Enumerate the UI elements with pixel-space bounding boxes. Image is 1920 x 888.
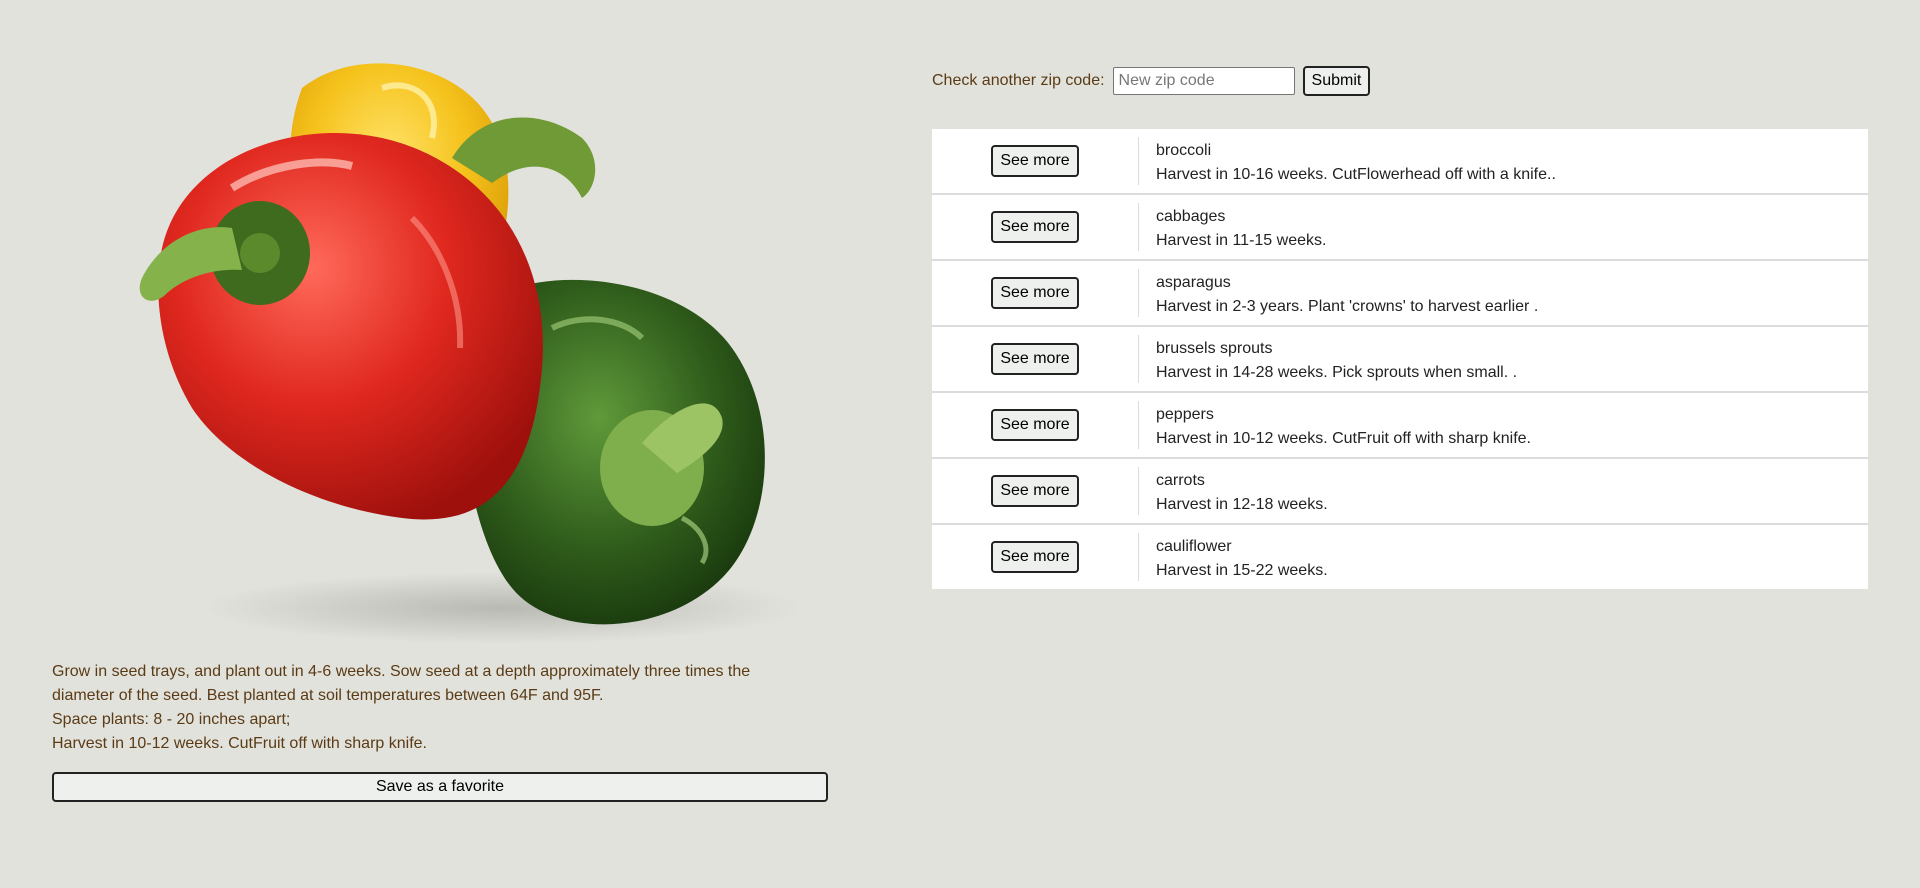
list-item: See more asparagus Harvest in 2-3 years.… bbox=[932, 261, 1868, 327]
zip-code-form: Check another zip code: Submit bbox=[932, 66, 1371, 96]
list-item: See more brussels sprouts Harvest in 14-… bbox=[932, 327, 1868, 393]
button-cell: See more bbox=[932, 137, 1139, 185]
zip-code-input[interactable] bbox=[1112, 67, 1295, 95]
harvest-info: Harvest in 15-22 weeks. bbox=[1156, 562, 1328, 579]
instruction-line: diameter of the seed. Best planted at so… bbox=[52, 687, 604, 704]
zip-code-label: Check another zip code: bbox=[932, 72, 1105, 89]
spacing-line: Space plants: 8 - 20 inches apart; bbox=[52, 711, 291, 728]
see-more-button[interactable]: See more bbox=[991, 409, 1079, 441]
button-cell: See more bbox=[932, 533, 1139, 581]
harvest-line: Harvest in 10-12 weeks. CutFruit off wit… bbox=[52, 735, 427, 752]
vegetable-name: brussels sprouts bbox=[1156, 340, 1273, 357]
vegetable-info: asparagus Harvest in 2-3 years. Plant 'c… bbox=[1139, 261, 1538, 325]
list-item: See more broccoli Harvest in 10-16 weeks… bbox=[932, 129, 1868, 195]
button-cell: See more bbox=[932, 467, 1139, 515]
growing-instructions: Grow in seed trays, and plant out in 4-6… bbox=[52, 660, 828, 756]
button-cell: See more bbox=[932, 401, 1139, 449]
vegetable-name: cabbages bbox=[1156, 208, 1226, 225]
harvest-info: Harvest in 14-28 weeks. Pick sprouts whe… bbox=[1156, 364, 1518, 381]
list-item: See more carrots Harvest in 12-18 weeks. bbox=[932, 459, 1868, 525]
vegetable-info: brussels sprouts Harvest in 14-28 weeks.… bbox=[1139, 327, 1517, 391]
save-favorite-button[interactable]: Save as a favorite bbox=[52, 772, 828, 802]
button-cell: See more bbox=[932, 203, 1139, 251]
see-more-button[interactable]: See more bbox=[991, 277, 1079, 309]
harvest-info: Harvest in 10-12 weeks. CutFruit off wit… bbox=[1156, 430, 1531, 447]
plant-detail-panel: Grow in seed trays, and plant out in 4-6… bbox=[52, 0, 828, 888]
see-more-button[interactable]: See more bbox=[991, 343, 1079, 375]
harvest-info: Harvest in 12-18 weeks. bbox=[1156, 496, 1328, 513]
vegetable-info: cabbages Harvest in 11-15 weeks. bbox=[1139, 195, 1326, 259]
vegetable-name: carrots bbox=[1156, 472, 1205, 489]
instruction-line: Grow in seed trays, and plant out in 4-6… bbox=[52, 663, 751, 680]
harvest-info: Harvest in 2-3 years. Plant 'crowns' to … bbox=[1156, 298, 1539, 315]
submit-button[interactable]: Submit bbox=[1302, 66, 1371, 96]
vegetable-info: cauliflower Harvest in 15-22 weeks. bbox=[1139, 525, 1328, 589]
list-item: See more cabbages Harvest in 11-15 weeks… bbox=[932, 195, 1868, 261]
vegetable-info: broccoli Harvest in 10-16 weeks. CutFlow… bbox=[1139, 129, 1556, 193]
see-more-button[interactable]: See more bbox=[991, 541, 1079, 573]
list-item: See more peppers Harvest in 10-12 weeks.… bbox=[932, 393, 1868, 459]
see-more-button[interactable]: See more bbox=[991, 211, 1079, 243]
see-more-button[interactable]: See more bbox=[991, 145, 1079, 177]
vegetable-info: peppers Harvest in 10-12 weeks. CutFruit… bbox=[1139, 393, 1531, 457]
harvest-info: Harvest in 11-15 weeks. bbox=[1156, 232, 1327, 249]
see-more-button[interactable]: See more bbox=[991, 475, 1079, 507]
list-item: See more cauliflower Harvest in 15-22 we… bbox=[932, 525, 1868, 589]
vegetable-name: cauliflower bbox=[1156, 538, 1232, 555]
button-cell: See more bbox=[932, 335, 1139, 383]
vegetable-list: See more broccoli Harvest in 10-16 weeks… bbox=[932, 129, 1868, 589]
vegetable-name: asparagus bbox=[1156, 274, 1231, 291]
vegetable-name: broccoli bbox=[1156, 142, 1212, 159]
bell-peppers-image bbox=[139, 63, 802, 644]
vegetable-info: carrots Harvest in 12-18 weeks. bbox=[1139, 459, 1328, 523]
button-cell: See more bbox=[932, 269, 1139, 317]
vegetable-name: peppers bbox=[1156, 406, 1214, 423]
harvest-info: Harvest in 10-16 weeks. CutFlowerhead of… bbox=[1156, 166, 1556, 183]
